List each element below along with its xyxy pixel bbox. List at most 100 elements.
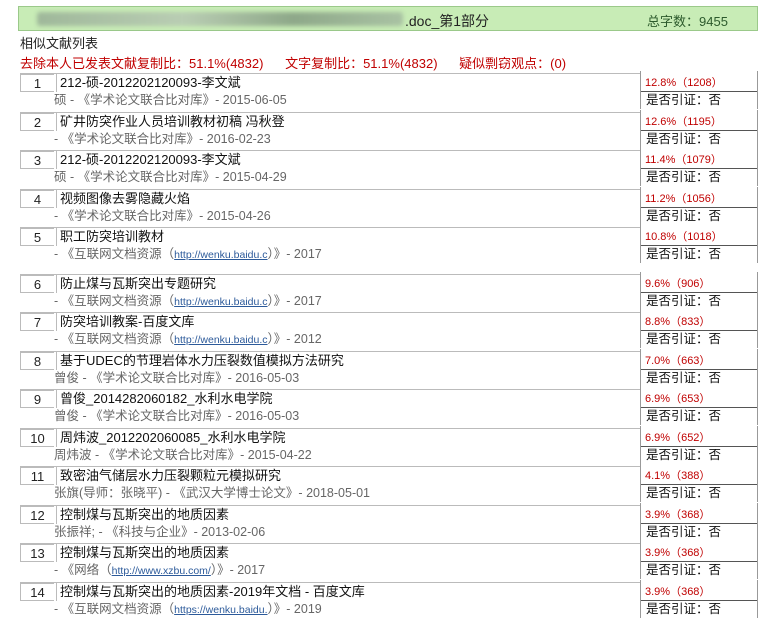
excluded-copy-ratio: 去除本人已发表文献复制比：51.1%(4832) bbox=[20, 56, 264, 71]
similarity-cell: 9.6%（906） 是否引证：否 bbox=[640, 271, 758, 310]
document-meta: - 《网络（http://www.xzbu.com/）》- 2017 bbox=[54, 562, 265, 579]
document-meta: - 《互联网文档资源（https://wenku.baidu.）》- 2019 bbox=[54, 601, 322, 618]
citation-status: 是否引证：否 bbox=[641, 168, 757, 186]
row-number: 4 bbox=[20, 189, 54, 208]
similarity-cell: 3.9%（368） 是否引证：否 bbox=[640, 579, 758, 618]
similarity-cell: 10.8%（1018） 是否引证：否 bbox=[640, 225, 758, 263]
similarity-cell: 4.1%（388） 是否引证：否 bbox=[640, 464, 758, 502]
similarity-percent: 10.8%（1018） bbox=[645, 231, 723, 243]
row-number: 12 bbox=[20, 505, 54, 524]
source-link[interactable]: http://www.xzbu.com/ bbox=[112, 565, 211, 577]
document-title-link[interactable]: 212-硕-2012202120093-李文斌 bbox=[56, 74, 241, 92]
list-item: 11 致密油气储层水力压裂颗粒元模拟研究 张旗(导师：张晓平) - 《武汉大学博士论… bbox=[18, 464, 758, 503]
list-item: 1 212-硕-2012202120093-李文斌硕 - 《学术论文联合比对库》-… bbox=[18, 71, 758, 110]
document-meta: - 《互联网文档资源（http://wenku.baidu.c）》- 2017 bbox=[54, 293, 322, 310]
document-title-link[interactable]: 周炜波_2012202060085_水利水电学院 bbox=[56, 428, 285, 447]
similarity-stats: 去除本人已发表文献复制比：51.1%(4832) 文字复制比：51.1%(483… bbox=[20, 53, 584, 72]
citation-status: 是否引证：否 bbox=[641, 522, 757, 541]
list-item: 6 防止煤与瓦斯突出专题研究 - 《互联网文档资源（http://wenku.bai… bbox=[18, 271, 758, 311]
source-year: ）》- 2019 bbox=[267, 601, 322, 616]
document-title-link[interactable]: 曾俊_2014282060182_水利水电学院 bbox=[56, 390, 272, 408]
document-title-link[interactable]: 致密油气储层水力压裂颗粒元模拟研究 bbox=[56, 467, 281, 485]
list-item: 14 控制煤与瓦斯突出的地质因素-2019年文档 - 百度文库 - 《互联网文档资源… bbox=[18, 579, 758, 619]
source-info: - 《网络（ bbox=[54, 563, 112, 577]
row-number: 3 bbox=[20, 151, 54, 169]
list-item: 7 防突培训教案-百度文库 - 《互联网文档资源（http://wenku.baid… bbox=[18, 310, 758, 349]
similarity-percent: 12.8%（1208） bbox=[645, 77, 723, 89]
row-number: 11 bbox=[20, 467, 54, 485]
citation-status: 是否引证：否 bbox=[641, 129, 757, 148]
document-title: .doc_第1部分 bbox=[405, 13, 490, 29]
document-title-link[interactable]: 控制煤与瓦斯突出的地质因素-2019年文档 - 百度文库 bbox=[56, 582, 365, 601]
source-info: - 《学术论文联合比对库》- 2015-04-26 bbox=[54, 208, 271, 223]
similarity-cell: 3.9%（368） 是否引证：否 bbox=[640, 502, 758, 541]
document-meta: 硕 - 《学术论文联合比对库》- 2015-04-29 bbox=[54, 169, 287, 185]
document-meta: 周炜波 - 《学术论文联合比对库》- 2015-04-22 bbox=[54, 447, 312, 463]
document-title-link[interactable]: 视频图像去雾隐藏火焰 bbox=[56, 189, 190, 208]
source-link[interactable]: http://wenku.baidu.c bbox=[174, 249, 267, 261]
similarity-cell: 6.9%（653） 是否引证：否 bbox=[640, 387, 758, 425]
similarity-cell: 12.8%（1208） 是否引证：否 bbox=[640, 71, 758, 109]
plagiarism-points: 疑似剽窃观点：(0) bbox=[459, 56, 567, 71]
row-number: 1 bbox=[20, 74, 54, 92]
document-title-link[interactable]: 防止煤与瓦斯突出专题研究 bbox=[56, 274, 216, 293]
row-number: 10 bbox=[20, 428, 54, 447]
similarity-cell: 7.0%（663） 是否引证：否 bbox=[640, 348, 758, 387]
similarity-cell: 6.9%（652） 是否引证：否 bbox=[640, 425, 758, 464]
source-info: 硕 - 《学术论文联合比对库》- 2015-06-05 bbox=[54, 93, 287, 107]
document-meta: 曾俊 - 《学术论文联合比对库》- 2016-05-03 bbox=[54, 370, 299, 386]
list-item: 9 曾俊_2014282060182_水利水电学院 曾俊 - 《学术论文联合比对库》… bbox=[18, 387, 758, 426]
row-number: 8 bbox=[20, 351, 54, 370]
source-link[interactable]: http://wenku.baidu.c bbox=[174, 296, 267, 308]
similarity-cell: 11.2%（1056） 是否引证：否 bbox=[640, 186, 758, 225]
text-copy-ratio: 文字复制比：51.1%(4832) bbox=[285, 56, 438, 71]
source-info: - 《互联网文档资源（ bbox=[54, 601, 175, 616]
list-item: 4 视频图像去雾隐藏火焰 - 《学术论文联合比对库》- 2015-04-26 11.2… bbox=[18, 186, 758, 226]
similar-document-list: 1 212-硕-2012202120093-李文斌硕 - 《学术论文联合比对库》-… bbox=[18, 71, 758, 618]
row-number: 14 bbox=[20, 582, 54, 601]
similarity-cell: 3.9%（368） 是否引证：否 bbox=[640, 541, 758, 579]
citation-status: 是否引证：否 bbox=[641, 245, 757, 263]
similarity-percent: 6.9%（652） bbox=[645, 431, 711, 444]
source-link[interactable]: https://wenku.baidu. bbox=[174, 604, 267, 616]
document-title-link[interactable]: 212-硕-2012202120093-李文斌 bbox=[56, 151, 241, 169]
citation-status: 是否引证：否 bbox=[641, 599, 757, 618]
similarity-percent: 11.4%（1079） bbox=[645, 154, 722, 166]
redacted-filename bbox=[37, 12, 403, 26]
source-year: ）》- 2017 bbox=[210, 563, 266, 577]
similarity-cell: 8.8%（833） 是否引证：否 bbox=[640, 310, 758, 348]
row-number: 5 bbox=[20, 228, 54, 246]
document-meta: - 《学术论文联合比对库》- 2016-02-23 bbox=[54, 131, 271, 147]
similarity-percent: 6.9%（653） bbox=[645, 393, 711, 405]
document-title-link[interactable]: 职工防突培训教材 bbox=[56, 228, 164, 246]
document-title-link[interactable]: 控制煤与瓦斯突出的地质因素 bbox=[56, 544, 229, 562]
row-number: 7 bbox=[20, 313, 54, 331]
source-info: 张旗(导师：张晓平) - 《武汉大学博士论文》- 2018-05-01 bbox=[54, 486, 371, 500]
document-meta: - 《互联网文档资源（http://wenku.baidu.c）》- 2017 bbox=[54, 246, 322, 263]
source-link[interactable]: http://wenku.baidu.c bbox=[174, 334, 267, 346]
row-number: 2 bbox=[20, 112, 54, 131]
similarity-percent: 11.2%（1056） bbox=[645, 192, 722, 205]
citation-status: 是否引证：否 bbox=[641, 91, 757, 109]
source-info: - 《互联网文档资源（ bbox=[54, 247, 175, 261]
citation-status: 是否引证：否 bbox=[641, 206, 757, 225]
similarity-percent: 4.1%（388） bbox=[645, 470, 711, 482]
list-item: 2 矿井防突作业人员培训教材初稿 冯秋登 - 《学术论文联合比对库》- 2016-0… bbox=[18, 109, 758, 149]
list-item: 8 基于UDEC的节理岩体水力压裂数值模拟方法研究 曾俊 - 《学术论文联合比对库》… bbox=[18, 348, 758, 388]
source-info: 硕 - 《学术论文联合比对库》- 2015-04-29 bbox=[54, 170, 287, 184]
document-title-link[interactable]: 控制煤与瓦斯突出的地质因素 bbox=[56, 505, 229, 524]
source-year: ）》- 2017 bbox=[267, 247, 322, 261]
source-info: 周炜波 - 《学术论文联合比对库》- 2015-04-22 bbox=[54, 447, 312, 462]
citation-status: 是否引证：否 bbox=[641, 445, 757, 464]
document-meta: - 《互联网文档资源（http://wenku.baidu.c）》- 2012 bbox=[54, 331, 322, 348]
document-meta: 张旗(导师：张晓平) - 《武汉大学博士论文》- 2018-05-01 bbox=[54, 485, 370, 501]
document-title-link[interactable]: 防突培训教案-百度文库 bbox=[56, 313, 194, 331]
source-info: - 《学术论文联合比对库》- 2016-02-23 bbox=[54, 131, 271, 146]
citation-status: 是否引证：否 bbox=[641, 368, 757, 387]
similarity-cell: 11.4%（1079） 是否引证：否 bbox=[640, 148, 758, 186]
document-title-link[interactable]: 矿井防突作业人员培训教材初稿 冯秋登 bbox=[56, 112, 285, 131]
similarity-percent: 3.9%（368） bbox=[645, 547, 711, 559]
citation-status: 是否引证：否 bbox=[641, 484, 757, 502]
similarity-percent: 8.8%（833） bbox=[645, 316, 711, 328]
document-title-link[interactable]: 基于UDEC的节理岩体水力压裂数值模拟方法研究 bbox=[56, 351, 344, 370]
